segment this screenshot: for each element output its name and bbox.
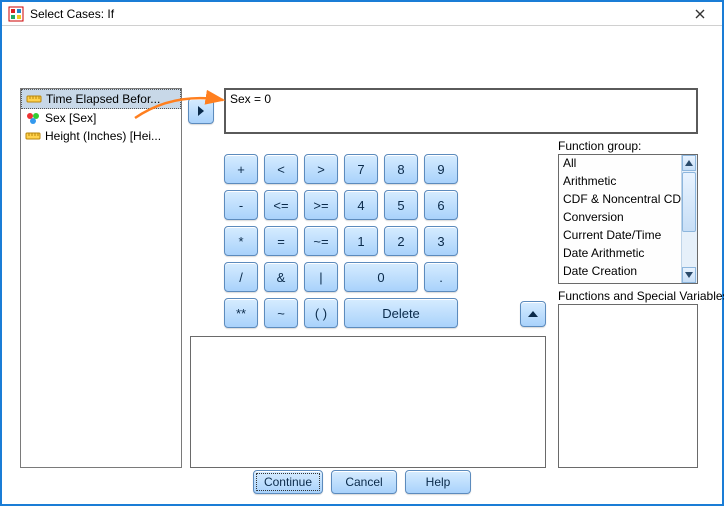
keypad: + < > 7 8 9 - <= >= 4 5 6 * = ~= 1 2 xyxy=(224,154,510,334)
functions-special-vars-list[interactable] xyxy=(558,304,698,468)
functions-special-vars-label: Functions and Special Variables: xyxy=(558,289,724,303)
keypad-le[interactable]: <= xyxy=(264,190,298,220)
keypad-4[interactable]: 4 xyxy=(344,190,378,220)
keypad-paren[interactable]: ( ) xyxy=(304,298,338,328)
keypad-minus[interactable]: - xyxy=(224,190,258,220)
scroll-up-icon[interactable] xyxy=(682,155,696,171)
keypad-mul[interactable]: * xyxy=(224,226,258,256)
function-group-item[interactable]: All xyxy=(559,155,681,173)
function-group-item[interactable]: Date Creation xyxy=(559,263,681,281)
keypad-1[interactable]: 1 xyxy=(344,226,378,256)
function-group-item[interactable]: Current Date/Time xyxy=(559,227,681,245)
keypad-plus[interactable]: + xyxy=(224,154,258,184)
ruler-icon xyxy=(26,91,42,107)
keypad-ge[interactable]: >= xyxy=(304,190,338,220)
keypad-6[interactable]: 6 xyxy=(424,190,458,220)
keypad-eq[interactable]: = xyxy=(264,226,298,256)
continue-button[interactable]: Continue xyxy=(253,470,323,494)
keypad-7[interactable]: 7 xyxy=(344,154,378,184)
keypad-0[interactable]: 0 xyxy=(344,262,418,292)
scrollbar[interactable] xyxy=(681,155,697,283)
function-group-item[interactable]: Conversion xyxy=(559,209,681,227)
keypad-div[interactable]: / xyxy=(224,262,258,292)
function-group-list[interactable]: All Arithmetic CDF & Noncentral CDF Conv… xyxy=(558,154,698,284)
function-group-item[interactable]: CDF & Noncentral CDF xyxy=(559,191,681,209)
variable-item[interactable]: Height (Inches) [Hei... xyxy=(21,127,181,145)
dialog-window: Select Cases: If Time Elapsed Befor... S… xyxy=(0,0,724,506)
titlebar: Select Cases: If xyxy=(2,2,722,26)
function-group-item[interactable]: Date Arithmetic xyxy=(559,245,681,263)
expression-text: Sex = 0 xyxy=(230,92,271,106)
nominal-icon xyxy=(25,110,41,126)
dialog-title: Select Cases: If xyxy=(30,7,682,21)
scroll-down-icon[interactable] xyxy=(682,267,696,283)
scroll-thumb[interactable] xyxy=(682,172,696,232)
expression-input[interactable]: Sex = 0 xyxy=(224,88,698,134)
function-group-item[interactable]: Arithmetic xyxy=(559,173,681,191)
keypad-5[interactable]: 5 xyxy=(384,190,418,220)
variable-item[interactable]: Time Elapsed Befor... xyxy=(21,89,181,109)
variable-label: Height (Inches) [Hei... xyxy=(45,129,161,143)
keypad-and[interactable]: & xyxy=(264,262,298,292)
keypad-not[interactable]: ~ xyxy=(264,298,298,328)
cancel-button[interactable]: Cancel xyxy=(331,470,397,494)
keypad-neq[interactable]: ~= xyxy=(304,226,338,256)
ruler-icon xyxy=(25,128,41,144)
move-variable-button[interactable] xyxy=(188,98,214,124)
keypad-gt[interactable]: > xyxy=(304,154,338,184)
keypad-8[interactable]: 8 xyxy=(384,154,418,184)
dialog-body: Time Elapsed Befor... Sex [Sex] Height (… xyxy=(2,26,722,504)
insert-function-button[interactable] xyxy=(520,301,546,327)
variable-label: Time Elapsed Befor... xyxy=(46,92,160,106)
keypad-delete[interactable]: Delete xyxy=(344,298,458,328)
keypad-dot[interactable]: . xyxy=(424,262,458,292)
app-icon xyxy=(8,6,24,22)
variable-label: Sex [Sex] xyxy=(45,111,96,125)
keypad-3[interactable]: 3 xyxy=(424,226,458,256)
close-button[interactable] xyxy=(682,3,718,25)
help-button[interactable]: Help xyxy=(405,470,471,494)
keypad-9[interactable]: 9 xyxy=(424,154,458,184)
dialog-footer: Continue Cancel Help xyxy=(2,470,722,494)
keypad-lt[interactable]: < xyxy=(264,154,298,184)
keypad-or[interactable]: | xyxy=(304,262,338,292)
variable-list[interactable]: Time Elapsed Befor... Sex [Sex] Height (… xyxy=(20,88,182,468)
variable-item[interactable]: Sex [Sex] xyxy=(21,109,181,127)
keypad-2[interactable]: 2 xyxy=(384,226,418,256)
description-box xyxy=(190,336,546,468)
keypad-pow[interactable]: ** xyxy=(224,298,258,328)
function-group-label: Function group: xyxy=(558,139,641,153)
